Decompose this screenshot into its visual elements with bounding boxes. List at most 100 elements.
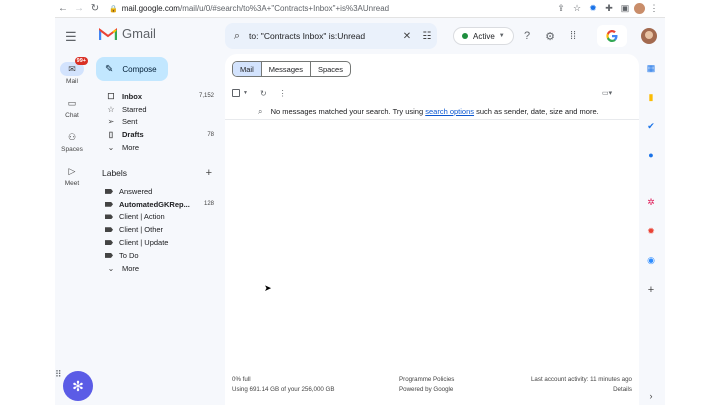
nav-item-drafts[interactable]: ▯ Drafts 78: [96, 128, 226, 141]
bookmark-star-icon[interactable]: ☆: [570, 2, 584, 16]
search-options-link[interactable]: search options: [425, 107, 474, 116]
back-icon[interactable]: ←: [55, 1, 71, 17]
clear-search-icon[interactable]: ✕: [397, 31, 417, 42]
tab-mail[interactable]: Mail: [233, 62, 262, 76]
rail-chat-label: Chat: [65, 112, 79, 119]
spaces-icon: ⚇: [67, 131, 77, 142]
tab-messages[interactable]: Messages: [262, 62, 311, 76]
details-link[interactable]: Details: [531, 385, 632, 395]
forward-icon[interactable]: →: [71, 1, 87, 17]
label-name: Client | Other: [119, 225, 164, 235]
drag-handle-icon[interactable]: ⠿: [55, 369, 65, 380]
slack-icon[interactable]: ✲: [645, 196, 657, 208]
mail-folders: ☐ Inbox 7,152 ☆ Starred ➢ Sent ▯ Drafts …: [96, 90, 226, 154]
chevron-down-icon: ⌄: [107, 263, 115, 273]
tab-spaces[interactable]: Spaces: [311, 62, 350, 76]
rail-chat[interactable]: ▭ Chat: [55, 96, 89, 120]
label-name: Client | Action: [119, 212, 165, 222]
nav-item-more[interactable]: ⌄ More: [96, 141, 226, 154]
app-rail: ✉ 99+ Mail ▭ Chat ⚇ Spaces ▷ Meet: [55, 54, 89, 405]
browser-menu-icon[interactable]: ⋮: [647, 2, 661, 16]
settings-gear-icon[interactable]: ⚙: [543, 29, 557, 43]
nav-item-inbox[interactable]: ☐ Inbox 7,152: [96, 90, 226, 103]
help-icon[interactable]: ?: [520, 29, 534, 43]
draft-icon: ▯: [108, 130, 114, 140]
expand-panel-icon[interactable]: ›: [645, 390, 657, 402]
select-all-checkbox[interactable]: [232, 89, 240, 97]
keep-icon[interactable]: ▮: [645, 91, 657, 103]
address-bar[interactable]: 🔒 mail.google.com /mail/u/0/#search/to%3…: [109, 2, 554, 16]
label-tag-icon: [105, 188, 113, 194]
label-item[interactable]: Client | Action: [96, 211, 226, 224]
label-name: AutomatedGKRep...: [119, 199, 190, 209]
label-tag-icon: [105, 240, 113, 246]
status-selector[interactable]: Active ▼: [453, 27, 514, 45]
rail-spaces[interactable]: ⚇ Spaces: [55, 130, 89, 154]
compose-button[interactable]: ✎ Compose: [96, 57, 168, 81]
tasks-icon[interactable]: ✔: [645, 120, 657, 132]
gmail-m-icon: [99, 27, 117, 40]
extension-gear-icon[interactable]: ✹: [586, 2, 600, 16]
empty-prefix: No messages matched your search. Try usi…: [270, 107, 424, 116]
nav-item-starred[interactable]: ☆ Starred: [96, 103, 226, 116]
search-bar[interactable]: ⌕ to: "Contracts Inbox" is:Unread ✕ ☷: [225, 23, 437, 49]
assistant-fab[interactable]: ✻: [63, 371, 93, 401]
star-icon: ☆: [107, 104, 115, 114]
label-tag-icon: [105, 252, 113, 258]
google-account-logo[interactable]: [597, 25, 627, 47]
search-icon[interactable]: ⌕: [225, 30, 249, 43]
nav-item-sent[interactable]: ➢ Sent: [96, 116, 226, 129]
zoom-icon[interactable]: ◉: [645, 254, 657, 266]
rail-mail[interactable]: ✉ 99+ Mail: [55, 57, 89, 85]
browser-profile-avatar[interactable]: [634, 3, 645, 14]
url-host: mail.google.com: [121, 4, 180, 13]
status-label: Active: [473, 31, 495, 41]
more-vert-icon[interactable]: ⋮: [279, 89, 287, 98]
account-activity: Last account activity: 11 minutes ago De…: [531, 375, 632, 395]
split-pane-toggle-icon[interactable]: ▭▾: [602, 89, 612, 97]
calendar-icon[interactable]: ▦: [645, 62, 657, 74]
nav-item-label: Inbox: [122, 91, 142, 101]
label-name: Client | Update: [119, 238, 169, 248]
apps-grid-icon[interactable]: ⁞⁞: [566, 29, 580, 43]
nav-item-label: Sent: [122, 117, 138, 127]
gmail-header: ☰ Gmail ⌕ to: "Contracts Inbox" is:Unrea…: [55, 18, 665, 54]
divider: [225, 119, 639, 120]
select-caret-icon[interactable]: ▼: [243, 90, 248, 96]
snowflake-icon: ✻: [72, 377, 84, 394]
labels-more-label: More: [122, 263, 140, 273]
gmail-logo[interactable]: Gmail: [99, 26, 156, 41]
label-item[interactable]: Client | Update: [96, 236, 226, 249]
account-avatar[interactable]: [641, 28, 657, 44]
label-item[interactable]: AutomatedGKRep... 128: [96, 198, 226, 211]
get-addons-icon[interactable]: +: [645, 284, 657, 296]
unread-badge: 99+: [74, 57, 88, 65]
search-options-icon[interactable]: ☷: [417, 31, 437, 42]
app-name: Gmail: [122, 26, 156, 41]
contacts-icon[interactable]: ●: [645, 149, 657, 161]
label-count: 128: [203, 201, 214, 208]
rail-meet[interactable]: ▷ Meet: [55, 164, 89, 188]
extensions-puzzle-icon[interactable]: ✚: [602, 2, 616, 16]
reload-icon[interactable]: ↻: [87, 1, 103, 17]
programme-policies-link[interactable]: Programme Policies: [399, 375, 454, 385]
label-item[interactable]: To Do: [96, 249, 226, 262]
nav-item-label: More: [122, 143, 140, 153]
nav-item-label: Starred: [122, 104, 147, 114]
refresh-icon[interactable]: ↻: [260, 89, 267, 98]
main-menu-icon[interactable]: ☰: [65, 29, 77, 45]
labels-more[interactable]: ⌄ More: [96, 262, 226, 275]
label-item[interactable]: Answered: [96, 185, 226, 198]
share-icon[interactable]: ⇪: [554, 2, 568, 16]
lock-icon: 🔒: [109, 5, 118, 13]
addon-gear-icon[interactable]: ✹: [645, 225, 657, 237]
rail-mail-label: Mail: [66, 78, 78, 85]
add-label-icon[interactable]: +: [206, 167, 212, 179]
side-panel: ▦ ▮ ✔ ● ✲ ✹ ◉ + ›: [639, 54, 665, 405]
list-toolbar: ▼ ↻ ⋮: [232, 87, 287, 99]
search-input[interactable]: to: "Contracts Inbox" is:Unread: [249, 31, 397, 41]
labels-header: Labels +: [102, 167, 212, 179]
label-item[interactable]: Client | Other: [96, 223, 226, 236]
nav-item-count: 78: [207, 131, 214, 138]
side-panel-icon[interactable]: ▣: [618, 2, 632, 16]
